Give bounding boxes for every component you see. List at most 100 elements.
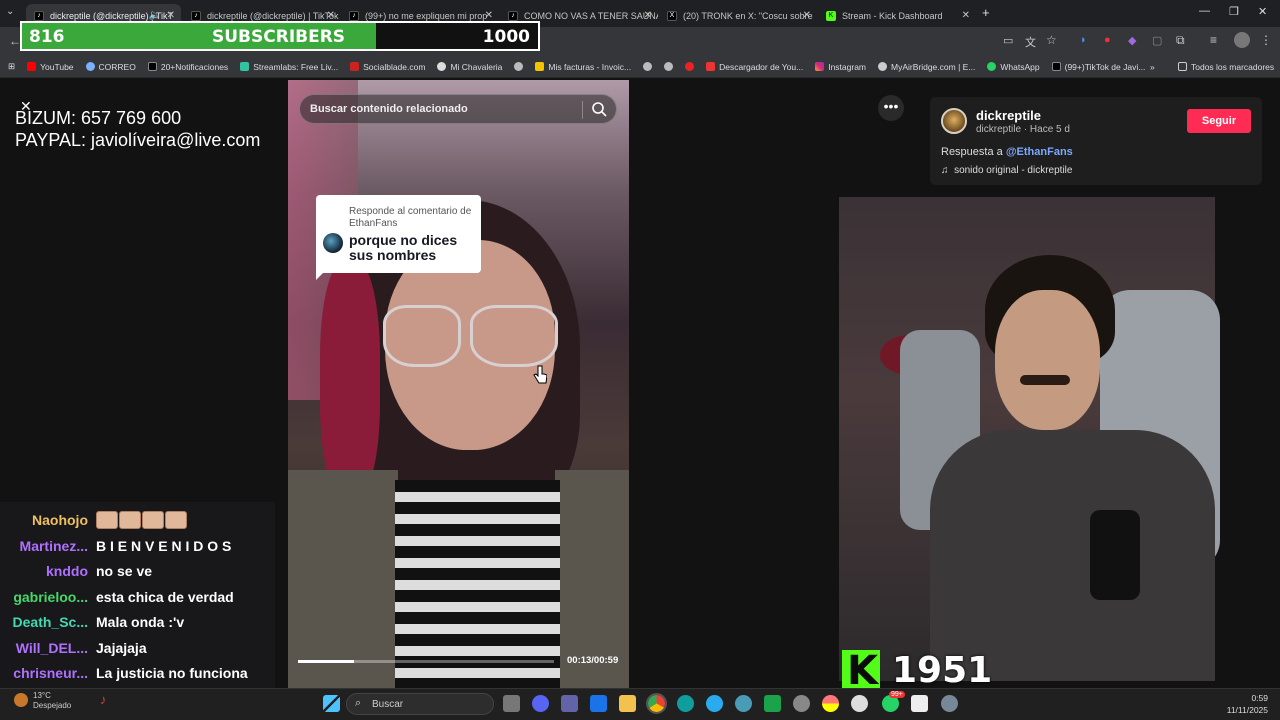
extension-icon[interactable]: ▢ (1152, 34, 1162, 47)
tab-5[interactable]: X (20) TRONK en X: "Coscu sobre ✕ (659, 4, 817, 27)
bookmark-label: Descargador de You... (719, 61, 804, 72)
close-window-icon[interactable]: ✕ (1258, 5, 1267, 18)
weather-desc: Despejado (33, 701, 72, 710)
extension-icon[interactable]: ◆ (1128, 34, 1136, 47)
chrome-icon[interactable] (646, 693, 667, 714)
app-icon[interactable] (822, 695, 839, 712)
close-tab-icon[interactable]: ✕ (644, 10, 652, 21)
extension-icon[interactable]: ● (1104, 34, 1111, 46)
taskbar-clock[interactable]: 0:59 11/11/2025 (1220, 692, 1268, 716)
edge-icon[interactable] (677, 695, 694, 712)
chat-username[interactable]: chrisneur... (8, 665, 88, 681)
puzzle-icon[interactable]: ⧉ (1176, 33, 1185, 48)
more-vert-icon[interactable]: ⋮ (1260, 33, 1272, 47)
bookmark-facturas[interactable]: Mis facturas - Invoic... (529, 62, 637, 72)
close-tab-icon[interactable]: ✕ (167, 10, 175, 21)
bookmark-tiktok[interactable]: (99+)TikTok de Javi... (1046, 62, 1152, 72)
red-icon[interactable] (679, 62, 700, 71)
tab-6[interactable]: K Stream - Kick Dashboard ✕ (818, 4, 976, 27)
all-bookmarks[interactable]: Todos los marcadores (1172, 62, 1280, 72)
chat-username[interactable]: Will_DEL... (8, 640, 88, 656)
video-progress-bar[interactable] (298, 660, 554, 663)
close-tab-icon[interactable]: ✕ (327, 10, 335, 21)
face-emote-icon (142, 511, 164, 529)
globe-icon[interactable] (637, 62, 658, 71)
bookmark-streamlabs[interactable]: Streamlabs: Free Liv... (234, 62, 344, 72)
file-explorer-icon[interactable] (619, 695, 636, 712)
tiktok-icon: ♪ (191, 10, 201, 21)
socialblade-icon (350, 62, 360, 71)
telegram-icon[interactable] (706, 695, 723, 712)
follow-button[interactable]: Seguir (1187, 109, 1251, 133)
apps-grid-icon[interactable]: ⊞ (0, 61, 21, 72)
video-subject-hair-red (320, 260, 380, 500)
video-time: 00:13/00:59 (567, 655, 619, 666)
app-icon[interactable] (793, 695, 810, 712)
bookmark-instagram[interactable]: Instagram (809, 62, 872, 72)
close-tab-icon[interactable]: ✕ (803, 10, 811, 21)
app-icon[interactable] (735, 695, 752, 712)
author-username[interactable]: dickreptile (976, 108, 1041, 123)
chat-message: Death_Sc... Mala onda :'v (8, 611, 185, 633)
chat-text: no se ve (96, 563, 153, 579)
chevron-double-right-icon[interactable]: » (1144, 62, 1161, 72)
cast-icon[interactable]: ▭ (1003, 34, 1013, 47)
tab-title: (20) TRONK en X: "Coscu sobre (683, 10, 813, 21)
author-avatar[interactable] (941, 108, 967, 134)
app-icon[interactable] (764, 695, 781, 712)
bookmark-descargador[interactable]: Descargador de You... (700, 62, 809, 72)
globe-icon[interactable] (658, 62, 679, 71)
taskbar-search[interactable]: ⌕ Buscar (346, 693, 494, 715)
chat-username[interactable]: Martinez... (8, 538, 88, 554)
globe-icon[interactable] (508, 62, 529, 71)
settings-icon[interactable] (941, 695, 958, 712)
close-tab-icon[interactable]: ✕ (485, 10, 493, 21)
more-options-icon[interactable]: ••• (878, 95, 904, 121)
bookmark-whatsapp[interactable]: WhatsApp (981, 62, 1045, 72)
reply-mention-link[interactable]: @EthanFans (1006, 146, 1073, 158)
bookmarks-bar: ⊞ YouTube CORREO 20+Notificaciones Strea… (0, 56, 1280, 78)
extension-icon[interactable]: ◗ (1080, 34, 1087, 46)
bookmark-label: WhatsApp (1000, 61, 1040, 72)
discord-icon[interactable] (532, 695, 549, 712)
windows-start-icon[interactable] (323, 695, 340, 712)
speaker-icon[interactable]: 🔈 (149, 10, 161, 21)
chat-username[interactable]: Death_Sc... (8, 614, 88, 630)
profile-avatar[interactable] (1234, 32, 1250, 48)
menu-list-icon[interactable]: ≡ (1210, 33, 1217, 47)
bookmark-socialblade[interactable]: Socialblade.com (344, 62, 431, 72)
close-tab-icon[interactable]: ✕ (962, 10, 970, 21)
bookmark-star-icon[interactable]: ☆ (1046, 33, 1057, 47)
bookmark-youtube[interactable]: YouTube (21, 62, 79, 72)
app-icon[interactable] (911, 695, 928, 712)
new-tab-button[interactable]: + (982, 5, 990, 20)
chat-username[interactable]: gabrieloo... (8, 589, 88, 605)
chat-text: La justicia no funciona (96, 665, 248, 681)
minimize-icon[interactable]: — (1199, 5, 1210, 17)
teams-icon[interactable] (561, 695, 578, 712)
bookmark-x[interactable]: 20+Notificaciones (142, 62, 234, 72)
translate-icon[interactable]: 文 (1025, 34, 1036, 50)
subscriber-goal: 1000 (482, 27, 530, 47)
bookmark-label: Mis facturas - Invoic... (548, 61, 632, 72)
comment-header: Responde al comentario de EthanFans (349, 206, 472, 229)
related-search-input[interactable]: Buscar contenido relacionado (299, 94, 617, 124)
chat-username[interactable]: knddo (8, 563, 88, 579)
tiktok-icon: ♪ (349, 10, 359, 21)
bookmark-myairbridge[interactable]: MyAirBridge.com | E... (872, 62, 981, 72)
download-icon (706, 62, 716, 71)
search-icon[interactable] (591, 101, 607, 117)
bookmark-chavaleria[interactable]: Mi Chavaleria (431, 62, 508, 72)
x-icon: X (667, 10, 677, 21)
tab-search-icon[interactable]: ⌄ (6, 6, 14, 17)
sound-line[interactable]: ♫ sonido original - dickreptile (941, 165, 1072, 176)
mail-icon[interactable] (590, 695, 607, 712)
music-app-icon[interactable]: ♪ (100, 692, 107, 707)
chat-username[interactable]: Naohojo (8, 512, 88, 528)
tab-title: dickreptile (@dickreptile) | TikTok (207, 10, 339, 21)
bookmark-correo[interactable]: CORREO (80, 62, 142, 72)
obs-icon[interactable] (851, 695, 868, 712)
bookmark-label: (99+)TikTok de Javi... (1064, 61, 1146, 72)
task-view-icon[interactable] (503, 695, 520, 712)
maximize-icon[interactable]: ❐ (1229, 5, 1239, 18)
